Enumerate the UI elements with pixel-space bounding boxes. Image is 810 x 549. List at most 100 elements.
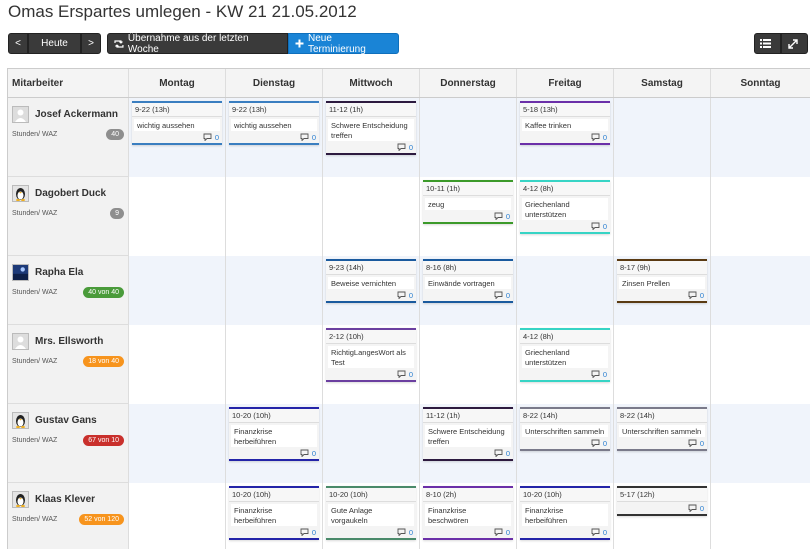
employee-name[interactable]: Dagobert Duck: [35, 188, 106, 199]
day-cell-tuesday[interactable]: 9-22 (13h) wichtig aussehen 0: [226, 98, 323, 177]
day-cell-saturday[interactable]: [614, 325, 711, 404]
event-comments[interactable]: 0: [617, 437, 707, 449]
event-comments[interactable]: 0: [520, 368, 610, 380]
event-comments[interactable]: 0: [326, 289, 416, 301]
day-cell-friday[interactable]: 4-12 (8h) Griechenland unterstützen 0: [517, 325, 614, 404]
day-cell-tuesday[interactable]: 10-20 (10h) Finanzkrise herbeiführen 0: [226, 483, 323, 549]
employee-cell[interactable]: Dagobert Duck Stunden/ WAZ 9: [8, 177, 129, 255]
event-comments[interactable]: 0: [229, 131, 319, 143]
shift-event[interactable]: 10-11 (1h) zeug 0: [423, 180, 513, 224]
day-cell-monday[interactable]: 9-22 (13h) wichtig aussehen 0: [129, 98, 226, 177]
day-cell-sunday[interactable]: [711, 325, 810, 404]
shift-event[interactable]: 2-12 (10h) RichtigLangesWort als Test 0: [326, 328, 416, 382]
day-cell-tuesday[interactable]: 10-20 (10h) Finanzkrise herbeiführen 0: [226, 404, 323, 483]
day-cell-wednesday[interactable]: 11-12 (1h) Schwere Entscheidung treffen 0: [323, 98, 420, 177]
day-cell-saturday[interactable]: 8-17 (9h) Zinsen Prellen 0: [614, 256, 711, 325]
today-button[interactable]: Heute: [28, 33, 81, 54]
day-cell-thursday[interactable]: [420, 98, 517, 177]
next-week-button[interactable]: >: [81, 33, 101, 54]
day-cell-friday[interactable]: 5-18 (13h) Kaffee trinken 0: [517, 98, 614, 177]
shift-event[interactable]: 8-16 (8h) Einwände vortragen 0: [423, 259, 513, 303]
event-comments[interactable]: 0: [326, 368, 416, 380]
employee-name[interactable]: Mrs. Ellsworth: [35, 336, 103, 347]
new-scheduling-button[interactable]: Neue Terminierung: [288, 33, 399, 55]
employee-name[interactable]: Josef Ackermann: [35, 109, 118, 120]
day-cell-wednesday[interactable]: [323, 404, 420, 483]
shift-event[interactable]: 10-20 (10h) Finanzkrise herbeiführen 0: [229, 486, 319, 540]
day-cell-friday[interactable]: 10-20 (10h) Finanzkrise herbeiführen 0: [517, 483, 614, 549]
shift-event[interactable]: 8-22 (14h) Unterschriften sammeln 0: [520, 407, 610, 451]
event-comments[interactable]: 0: [229, 447, 319, 459]
day-cell-saturday[interactable]: [614, 177, 711, 256]
event-comments[interactable]: 0: [520, 131, 610, 143]
day-cell-monday[interactable]: [129, 325, 226, 404]
shift-event[interactable]: 9-22 (13h) wichtig aussehen 0: [229, 101, 319, 145]
shift-event[interactable]: 11-12 (1h) Schwere Entscheidung treffen 0: [423, 407, 513, 461]
employee-cell[interactable]: Rapha Ela Stunden/ WAZ 40 von 40: [8, 256, 129, 324]
event-comments[interactable]: 0: [423, 289, 513, 301]
shift-event[interactable]: 9-23 (14h) Beweise vernichten 0: [326, 259, 416, 303]
day-cell-sunday[interactable]: [711, 256, 810, 325]
shift-event[interactable]: 8-10 (2h) Finanzkrise beschwören 0: [423, 486, 513, 540]
shift-event[interactable]: 10-20 (10h) Finanzkrise herbeiführen 0: [229, 407, 319, 461]
day-cell-sunday[interactable]: [711, 483, 810, 549]
list-view-button[interactable]: [754, 33, 781, 54]
event-comments[interactable]: 0: [326, 526, 416, 538]
day-cell-sunday[interactable]: [711, 98, 810, 177]
day-cell-monday[interactable]: [129, 404, 226, 483]
day-cell-sunday[interactable]: [711, 177, 810, 256]
employee-cell[interactable]: Klaas Klever Stunden/ WAZ 52 von 120: [8, 483, 129, 549]
takeover-last-week-button[interactable]: Übernahme aus der letzten Woche: [107, 33, 288, 55]
day-cell-wednesday[interactable]: [323, 177, 420, 256]
shift-event[interactable]: 9-22 (13h) wichtig aussehen 0: [132, 101, 222, 145]
event-comments[interactable]: 0: [132, 131, 222, 143]
event-comments[interactable]: 0: [520, 437, 610, 449]
event-comments[interactable]: 0: [423, 447, 513, 459]
day-cell-saturday[interactable]: 8-22 (14h) Unterschriften sammeln 0: [614, 404, 711, 483]
event-comments[interactable]: 0: [326, 141, 416, 153]
employee-name[interactable]: Klaas Klever: [35, 494, 95, 505]
shift-event[interactable]: 5-18 (13h) Kaffee trinken 0: [520, 101, 610, 145]
shift-event[interactable]: 4-12 (8h) Griechenland unterstützen 0: [520, 180, 610, 234]
shift-event[interactable]: 5-17 (12h) 0: [617, 486, 707, 516]
day-cell-saturday[interactable]: 5-17 (12h) 0: [614, 483, 711, 549]
previous-week-button[interactable]: <: [8, 33, 28, 54]
event-comments[interactable]: 0: [423, 210, 513, 222]
event-comments[interactable]: 0: [617, 289, 707, 301]
day-cell-saturday[interactable]: [614, 98, 711, 177]
day-cell-tuesday[interactable]: [226, 325, 323, 404]
employee-cell[interactable]: Josef Ackermann Stunden/ WAZ 40: [8, 98, 129, 176]
day-cell-wednesday[interactable]: 2-12 (10h) RichtigLangesWort als Test 0: [323, 325, 420, 404]
day-cell-thursday[interactable]: [420, 325, 517, 404]
event-comments[interactable]: 0: [423, 526, 513, 538]
fullscreen-button[interactable]: [781, 33, 808, 54]
event-comments[interactable]: 0: [520, 220, 610, 232]
shift-event[interactable]: 11-12 (1h) Schwere Entscheidung treffen 0: [326, 101, 416, 155]
day-cell-sunday[interactable]: [711, 404, 810, 483]
day-cell-friday[interactable]: 8-22 (14h) Unterschriften sammeln 0: [517, 404, 614, 483]
day-cell-tuesday[interactable]: [226, 177, 323, 256]
day-cell-friday[interactable]: 4-12 (8h) Griechenland unterstützen 0: [517, 177, 614, 256]
shift-event[interactable]: 10-20 (10h) Finanzkrise herbeiführen 0: [520, 486, 610, 540]
day-cell-monday[interactable]: [129, 177, 226, 256]
shift-event[interactable]: 10-20 (10h) Gute Anlage vorgaukeln 0: [326, 486, 416, 540]
day-cell-tuesday[interactable]: [226, 256, 323, 325]
employee-name[interactable]: Gustav Gans: [35, 415, 97, 426]
day-cell-friday[interactable]: [517, 256, 614, 325]
day-cell-thursday[interactable]: 8-10 (2h) Finanzkrise beschwören 0: [420, 483, 517, 549]
employee-name[interactable]: Rapha Ela: [35, 267, 83, 278]
day-cell-thursday[interactable]: 10-11 (1h) zeug 0: [420, 177, 517, 256]
shift-event[interactable]: 8-22 (14h) Unterschriften sammeln 0: [617, 407, 707, 451]
day-cell-thursday[interactable]: 11-12 (1h) Schwere Entscheidung treffen 0: [420, 404, 517, 483]
employee-cell[interactable]: Gustav Gans Stunden/ WAZ 67 von 10: [8, 404, 129, 482]
event-comments[interactable]: 0: [617, 502, 707, 514]
day-cell-monday[interactable]: [129, 256, 226, 325]
event-comments[interactable]: 0: [229, 526, 319, 538]
day-cell-monday[interactable]: [129, 483, 226, 549]
day-cell-wednesday[interactable]: 9-23 (14h) Beweise vernichten 0: [323, 256, 420, 325]
day-cell-thursday[interactable]: 8-16 (8h) Einwände vortragen 0: [420, 256, 517, 325]
day-cell-wednesday[interactable]: 10-20 (10h) Gute Anlage vorgaukeln 0: [323, 483, 420, 549]
shift-event[interactable]: 8-17 (9h) Zinsen Prellen 0: [617, 259, 707, 303]
shift-event[interactable]: 4-12 (8h) Griechenland unterstützen 0: [520, 328, 610, 382]
employee-cell[interactable]: Mrs. Ellsworth Stunden/ WAZ 18 von 40: [8, 325, 129, 403]
